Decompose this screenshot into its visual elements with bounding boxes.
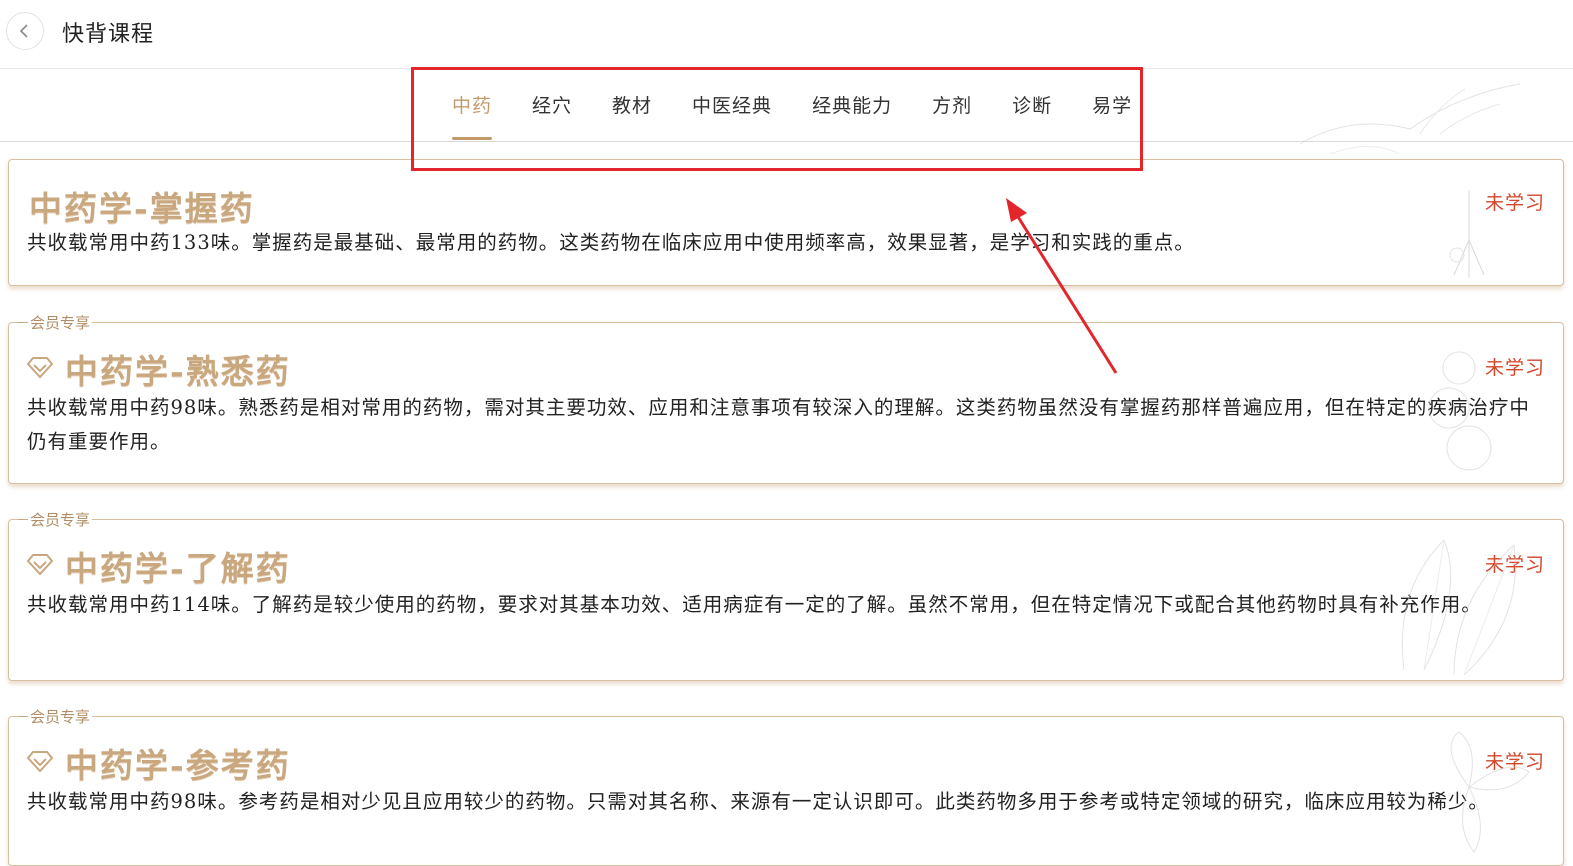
tab-zhongyi-jingdian[interactable]: 中医经典	[692, 91, 772, 139]
course-card[interactable]: 中药学-了解药 未学习 共收载常用中药114味。了解药是较少使用的药物，要求对其…	[8, 519, 1564, 681]
diamond-vip-icon	[26, 751, 54, 773]
top-bar: 快背课程	[0, 0, 1573, 69]
course-card[interactable]: 中药学-参考药 未学习 共收载常用中药98味。参考药是相对少见且应用较少的药物。…	[8, 716, 1564, 866]
crane-decoration-icon	[1299, 83, 1521, 155]
category-tab-bar: 中药 经穴 教材 中医经典 经典能力 方剂 诊断 易学	[0, 69, 1573, 155]
course-title: 中药学-熟悉药	[65, 352, 291, 391]
course-title: 中药学-掌握药	[29, 189, 255, 228]
course-description: 共收载常用中药98味。熟悉药是相对常用的药物，需对其主要功效、应用和注意事项有较…	[27, 396, 1530, 453]
tab-zhongyao[interactable]: 中药	[452, 91, 493, 140]
course-card[interactable]: 中药学-掌握药 未学习 共收载常用中药133味。掌握药是最基础、最常用的药物。这…	[8, 159, 1564, 286]
flower-illustration-icon	[1450, 731, 1530, 853]
diamond-vip-icon	[26, 357, 54, 379]
vip-label: 会员专享	[28, 706, 93, 727]
course-title: 中药学-参考药	[65, 746, 291, 785]
course-description: 共收载常用中药114味。了解药是较少使用的药物，要求对其基本功效、适用病症有一定…	[27, 593, 1482, 616]
chevron-left-icon	[19, 24, 28, 38]
tab-jingxue[interactable]: 经穴	[532, 91, 572, 139]
vip-label: 会员专享	[28, 509, 93, 530]
back-button[interactable]	[6, 12, 44, 50]
course-card[interactable]: 中药学-熟悉药 未学习 共收载常用中药98味。熟悉药是相对常用的药物，需对其主要…	[8, 322, 1564, 484]
diamond-vip-icon	[26, 554, 54, 576]
tab-jingdian-nengli[interactable]: 经典能力	[812, 91, 892, 139]
page-title: 快背课程	[62, 22, 155, 47]
herb-illustration-icon	[1428, 351, 1492, 471]
ginseng-illustration-icon	[1449, 190, 1485, 278]
course-description: 共收载常用中药98味。参考药是相对少见且应用较少的药物。只需对其名称、来源有一定…	[27, 790, 1489, 813]
course-title: 中药学-了解药	[65, 549, 291, 588]
course-description: 共收载常用中药133味。掌握药是最基础、最常用的药物。这类药物在临床应用中使用频…	[27, 231, 1195, 254]
tab-fangji[interactable]: 方剂	[932, 91, 972, 139]
tab-zhenduan[interactable]: 诊断	[1012, 91, 1052, 139]
vip-label: 会员专享	[28, 312, 93, 333]
leaf-illustration-icon	[1401, 539, 1516, 676]
tab-jiaocai[interactable]: 教材	[612, 91, 652, 139]
tab-yixue[interactable]: 易学	[1092, 91, 1132, 139]
